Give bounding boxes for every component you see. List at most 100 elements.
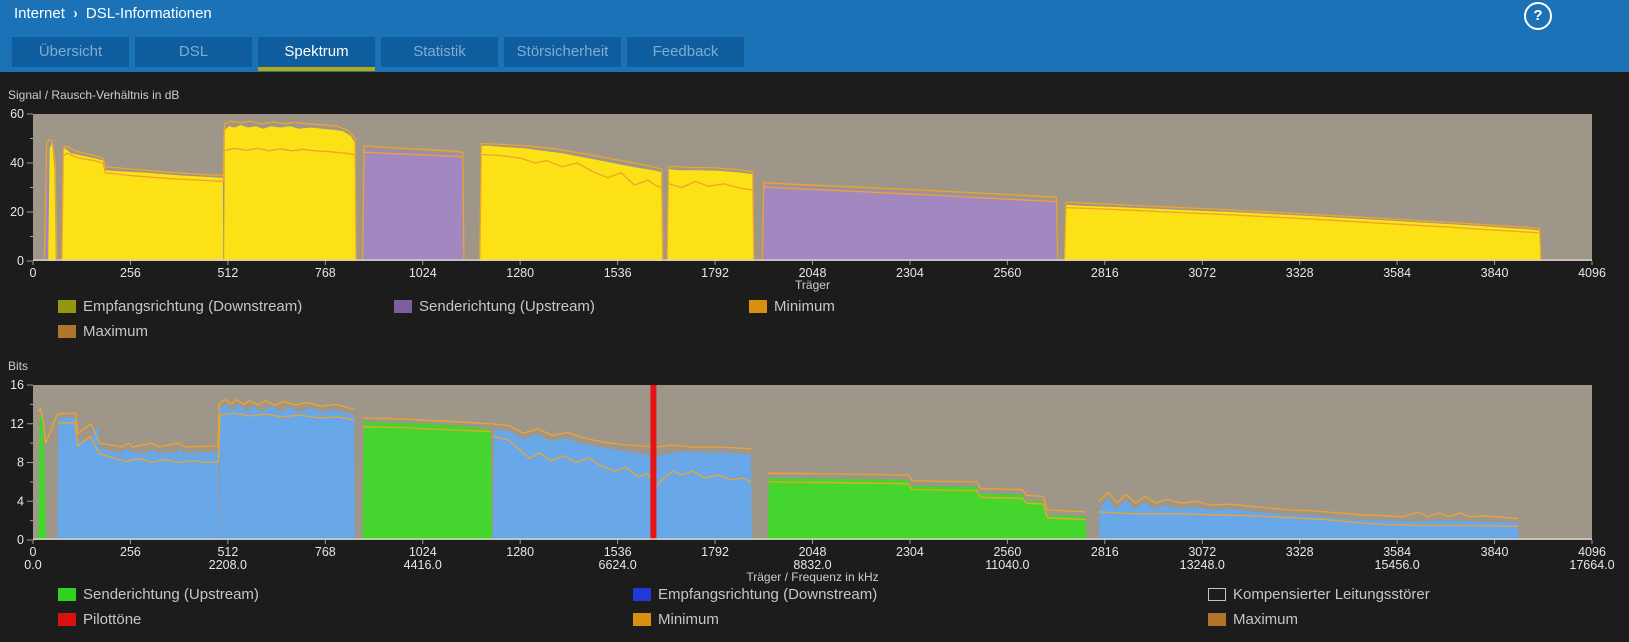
svg-text:2560: 2560	[993, 545, 1021, 559]
svg-text:0: 0	[30, 545, 37, 559]
bits-chart-legend: Senderichtung (Upstream) Empfangsrichtung…	[58, 584, 1430, 634]
svg-text:0: 0	[17, 533, 24, 547]
svg-text:3072: 3072	[1188, 266, 1216, 280]
svg-text:2208.0: 2208.0	[209, 558, 247, 572]
svg-text:8: 8	[17, 456, 24, 470]
legend-label: Kompensierter Leitungsstörer	[1233, 586, 1430, 603]
svg-text:3072: 3072	[1188, 545, 1216, 559]
svg-text:12: 12	[10, 417, 24, 431]
svg-text:768: 768	[315, 545, 336, 559]
svg-text:2048: 2048	[799, 545, 827, 559]
svg-text:256: 256	[120, 266, 141, 280]
legend-swatch-icon	[633, 588, 651, 601]
legend-swatch-icon	[394, 300, 412, 313]
snr-chart: 02040600 256 512 768 1024 1280 1536 1792 2048 230…	[10, 107, 1606, 292]
legend-item: Minimum	[749, 296, 835, 317]
legend-label: Minimum	[658, 611, 719, 628]
snr-chart-legend: Empfangsrichtung (Downstream) Senderichtu…	[58, 296, 835, 346]
legend-label: Senderichtung (Upstream)	[419, 298, 595, 315]
svg-text:3328: 3328	[1286, 266, 1314, 280]
legend-label: Maximum	[1233, 611, 1299, 628]
svg-text:15456.0: 15456.0	[1375, 558, 1420, 572]
tab--bersicht[interactable]: Übersicht	[12, 37, 129, 67]
svg-text:512: 512	[217, 545, 238, 559]
legend-item: Kompensierter Leitungsstörer	[1208, 584, 1430, 605]
svg-text:6624.0: 6624.0	[599, 558, 637, 572]
svg-text:60: 60	[10, 107, 24, 121]
legend-swatch-icon	[1208, 588, 1226, 601]
legend-label: Minimum	[774, 298, 835, 315]
svg-text:0: 0	[17, 254, 24, 268]
svg-text:3584: 3584	[1383, 266, 1411, 280]
svg-text:1024: 1024	[409, 266, 437, 280]
svg-text:3328: 3328	[1286, 545, 1314, 559]
legend-swatch-icon	[58, 325, 76, 338]
svg-text:4096: 4096	[1578, 545, 1606, 559]
legend-swatch-icon	[58, 588, 76, 601]
svg-text:3840: 3840	[1481, 266, 1509, 280]
svg-text:4: 4	[17, 494, 24, 508]
page-header: Internet › DSL-Informationen ?	[0, 0, 1629, 30]
svg-text:Träger: Träger	[795, 278, 830, 292]
svg-text:2304: 2304	[896, 266, 924, 280]
svg-text:2816: 2816	[1091, 266, 1119, 280]
tab-spektrum[interactable]: Spektrum	[258, 37, 375, 71]
legend-swatch-icon	[58, 300, 76, 313]
legend-item: Senderichtung (Upstream)	[394, 296, 749, 317]
svg-text:2816: 2816	[1091, 545, 1119, 559]
svg-text:11040.0: 11040.0	[985, 558, 1029, 572]
legend-item: Senderichtung (Upstream)	[58, 584, 633, 605]
tab-dsl[interactable]: DSL	[135, 37, 252, 67]
legend-swatch-icon	[58, 613, 76, 626]
legend-label: Pilottöne	[83, 611, 142, 628]
svg-text:1280: 1280	[506, 266, 534, 280]
tab-st-rsicherheit[interactable]: Störsicherheit	[504, 37, 621, 67]
tab-statistik[interactable]: Statistik	[381, 37, 498, 67]
svg-text:256: 256	[120, 545, 141, 559]
legend-label: Senderichtung (Upstream)	[83, 586, 259, 603]
tab-bar: Übersicht DSL Spektrum Statistik Störsicherh…	[0, 30, 1629, 72]
svg-text:768: 768	[315, 266, 336, 280]
svg-text:1280: 1280	[506, 545, 534, 559]
legend-item: Empfangsrichtung (Downstream)	[633, 584, 1208, 605]
svg-text:2560: 2560	[993, 266, 1021, 280]
svg-text:0.0: 0.0	[24, 558, 41, 572]
svg-text:1792: 1792	[701, 266, 729, 280]
legend-item: Empfangsrichtung (Downstream)	[58, 296, 394, 317]
svg-text:1536: 1536	[604, 545, 632, 559]
legend-label: Empfangsrichtung (Downstream)	[658, 586, 878, 603]
svg-text:0: 0	[30, 266, 37, 280]
breadcrumb-internet[interactable]: Internet	[14, 5, 65, 22]
legend-swatch-icon	[633, 613, 651, 626]
svg-text:2304: 2304	[896, 545, 924, 559]
legend-item: Pilottöne	[58, 609, 633, 630]
svg-text:Träger / Frequenz in kHz: Träger / Frequenz in kHz	[746, 570, 878, 584]
svg-text:3584: 3584	[1383, 545, 1411, 559]
svg-text:4096: 4096	[1578, 266, 1606, 280]
legend-item: Minimum	[633, 609, 1208, 630]
tab-feedback[interactable]: Feedback	[627, 37, 744, 67]
help-icon[interactable]: ?	[1524, 2, 1552, 30]
svg-text:40: 40	[10, 156, 24, 170]
svg-text:1792: 1792	[701, 545, 729, 559]
legend-label: Maximum	[83, 323, 149, 340]
bits-chart-title: Bits	[8, 359, 29, 373]
svg-text:512: 512	[217, 266, 238, 280]
svg-text:3840: 3840	[1481, 545, 1509, 559]
legend-item: Maximum	[1208, 609, 1430, 630]
svg-text:4416.0: 4416.0	[404, 558, 442, 572]
legend-item: Maximum	[58, 321, 394, 342]
snr-chart-title: Signal / Rausch-Verhältnis in dB	[8, 88, 180, 102]
svg-text:17664.0: 17664.0	[1569, 558, 1614, 572]
svg-text:1536: 1536	[604, 266, 632, 280]
svg-text:13248.0: 13248.0	[1180, 558, 1225, 572]
dsl-information-page: Internet › DSL-Informationen ? Übersicht…	[0, 0, 1629, 642]
legend-label: Empfangsrichtung (Downstream)	[83, 298, 303, 315]
breadcrumb: Internet › DSL-Informationen	[14, 5, 212, 22]
svg-text:16: 16	[10, 378, 24, 392]
bits-chart: 0 4 8 12 16 0 256 512 768 1024 1280 1536 1792 2048 230…	[10, 378, 1615, 584]
legend-swatch-icon	[749, 300, 767, 313]
svg-text:1024: 1024	[409, 545, 437, 559]
breadcrumb-dsl-informationen: DSL-Informationen	[85, 5, 212, 22]
chevron-right-icon: ›	[73, 5, 78, 22]
